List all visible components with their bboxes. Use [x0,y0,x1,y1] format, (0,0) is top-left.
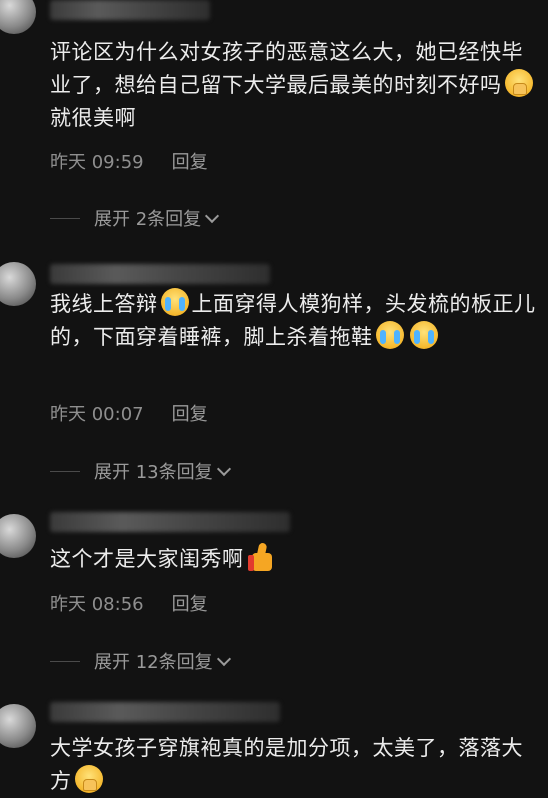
comment-meta: 昨天 08:56 回复 [50,590,208,616]
comment-meta: 昨天 00:07 回复 [50,400,208,426]
avatar[interactable] [0,704,36,748]
avatar[interactable] [0,0,36,34]
laugh-cry-emoji-icon [409,321,438,349]
chevron-down-icon [216,651,231,666]
timestamp: 昨天 08:56 [50,594,144,615]
reply-button[interactable]: 回复 [172,590,208,616]
expand-replies-label: 展开 12条回复 [94,652,213,673]
expand-replies-button[interactable]: 展开 12条回复 [50,648,231,674]
timestamp: 昨天 00:07 [50,404,144,425]
avatar[interactable] [0,514,36,558]
divider-line [50,660,80,662]
comment-text: 评论区为什么对女孩子的恶意这么大，她已经快毕业了，想给自己留下大学最后最美的时刻… [50,36,540,135]
username-blurred[interactable] [50,512,290,532]
pray-emoji-icon [504,69,533,97]
avatar[interactable] [0,262,36,306]
pray-emoji-icon [74,765,103,793]
comment-meta: 昨天 09:59 回复 [50,148,208,174]
divider-line [50,470,80,472]
laugh-cry-emoji-icon [160,288,189,316]
divider-line [50,217,80,219]
comment-text: 这个才是大家闺秀啊 [50,542,540,576]
expand-replies-label: 展开 13条回复 [94,462,213,483]
comment-text: 大学女孩子穿旗袍真的是加分项，太美了，落落大方 [50,736,523,793]
laugh-cry-emoji-icon [375,321,404,349]
timestamp: 昨天 09:59 [50,152,144,173]
expand-replies-label: 展开 2条回复 [94,209,202,230]
thumbs-up-emoji-icon [247,542,274,572]
username-blurred[interactable] [50,0,210,20]
comment-text: 我线上答辩 上面穿得人模狗样，头发梳的板正儿的，下面穿着睡裤，脚上杀着拖鞋 [50,288,540,354]
reply-button[interactable]: 回复 [172,148,208,174]
username-blurred[interactable] [50,702,280,722]
expand-replies-button[interactable]: 展开 2条回复 [50,205,220,231]
username-blurred[interactable] [50,264,270,284]
chevron-down-icon [216,461,231,476]
expand-replies-button[interactable]: 展开 13条回复 [50,458,231,484]
chevron-down-icon [205,208,220,223]
reply-button[interactable]: 回复 [172,400,208,426]
